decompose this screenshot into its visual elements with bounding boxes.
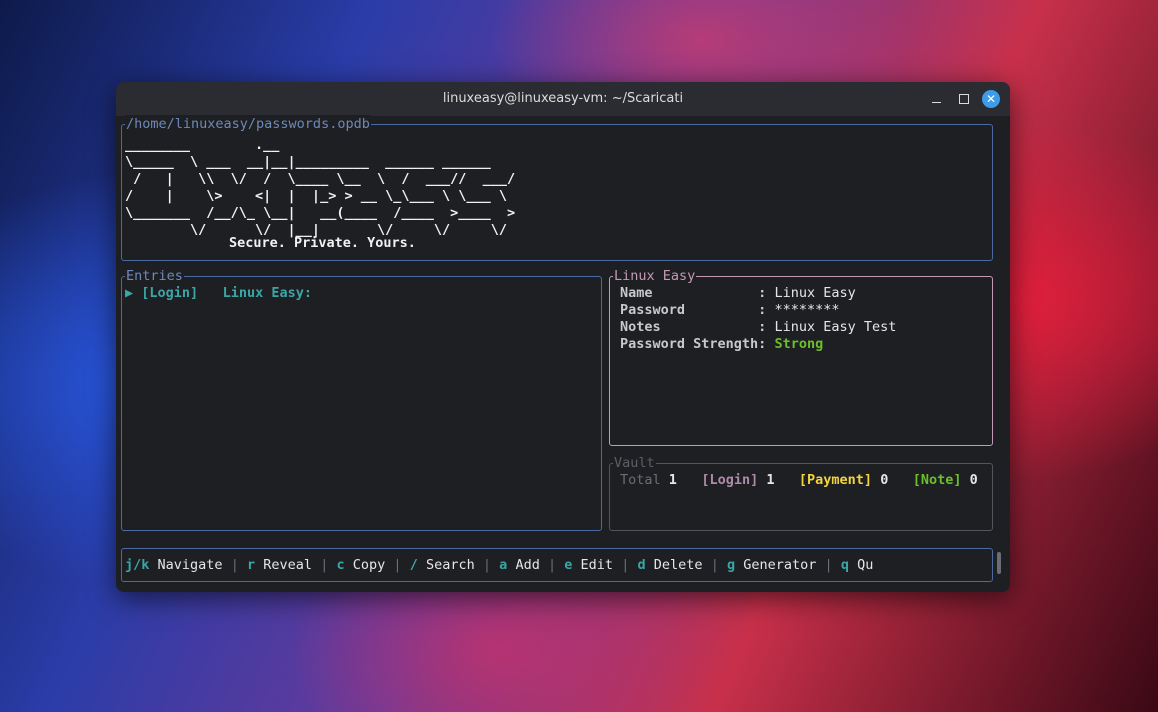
keybindings-bar: j/k Navigate | r Reveal | c Copy | / Sea…	[121, 548, 993, 582]
key-hint-delete[interactable]: d Delete	[637, 557, 702, 573]
total-count: 1	[668, 472, 677, 488]
login-count: 1	[766, 472, 775, 488]
separator: |	[230, 557, 239, 573]
detail-row-password: Password : ********	[620, 302, 840, 318]
field-value: Linux Easy Test	[774, 319, 897, 335]
separator: |	[393, 557, 402, 573]
note-count: 0	[969, 472, 978, 488]
field-label: Notes	[620, 319, 759, 335]
detail-row-notes: Notes : Linux Easy Test	[620, 319, 897, 335]
key-hint-reveal[interactable]: r Reveal	[247, 557, 312, 573]
entries-panel: Entries ▶ [Login] Linux Easy:	[121, 267, 602, 531]
key-hint-search[interactable]: / Search	[410, 557, 475, 573]
key-hint-quit[interactable]: q Qu	[841, 557, 874, 573]
header-panel: /home/linuxeasy/passwords.opdb ________ …	[121, 115, 993, 261]
field-label: Name	[620, 285, 759, 301]
total-label: Total	[620, 472, 661, 488]
entry-name: Linux Easy:	[222, 285, 312, 301]
entry-type: [Login]	[141, 285, 199, 301]
field-label: Password Strength	[620, 336, 759, 352]
key-hint-generator[interactable]: g Generator	[727, 557, 816, 573]
separator: |	[710, 557, 719, 573]
window-title: linuxeasy@linuxeasy-vm: ~/Scaricati	[442, 91, 684, 106]
field-label: Password	[620, 302, 759, 318]
entries-title: Entries	[125, 267, 184, 285]
field-value: ********	[774, 302, 840, 318]
payment-count: 0	[880, 472, 889, 488]
separator: |	[482, 557, 492, 573]
maximize-icon	[959, 94, 969, 104]
keybindings: j/k Navigate | r Reveal | c Copy | / Sea…	[125, 557, 873, 574]
vault-panel: Vault Total 1 [Login] 1 [Payment] 0 [Not…	[609, 454, 993, 531]
detail-row-strength: Password Strength: Strong	[620, 336, 824, 352]
strength-value: Strong	[774, 336, 824, 352]
key-hint-edit[interactable]: e Edit	[564, 557, 613, 573]
detail-title: Linux Easy	[613, 267, 697, 285]
terminal-window: linuxeasy@linuxeasy-vm: ~/Scaricati ✕ /h…	[116, 82, 1010, 592]
payment-label: [Payment]	[798, 472, 873, 488]
tagline: Secure. Private. Yours.	[229, 235, 416, 251]
file-path: /home/linuxeasy/passwords.opdb	[125, 115, 371, 133]
key-hint-navigate[interactable]: j/k Navigate	[125, 557, 223, 573]
minimize-icon	[931, 101, 941, 103]
close-button[interactable]: ✕	[982, 90, 1000, 108]
list-item[interactable]: ▶ [Login] Linux Easy:	[125, 285, 312, 302]
vault-title: Vault	[613, 454, 656, 472]
separator: |	[320, 557, 329, 573]
title-bar: linuxeasy@linuxeasy-vm: ~/Scaricati ✕	[116, 82, 1010, 116]
close-icon: ✕	[985, 92, 997, 106]
note-label: [Note]	[912, 472, 962, 488]
separator: |	[547, 557, 557, 573]
minimize-button[interactable]	[926, 89, 946, 109]
maximize-button[interactable]	[954, 89, 974, 109]
vault-stats: Total 1 [Login] 1 [Payment] 0 [Note] 0	[620, 472, 978, 489]
detail-row-name: Name : Linux Easy	[620, 285, 856, 301]
selection-arrow-icon: ▶	[125, 285, 134, 301]
key-hint-add[interactable]: a Add	[499, 557, 540, 573]
login-label: [Login]	[701, 472, 759, 488]
key-hint-copy[interactable]: c Copy	[336, 557, 385, 573]
separator: |	[621, 557, 630, 573]
scrollbar[interactable]	[997, 552, 1001, 574]
detail-panel: Linux Easy Name : Linux Easy Password : …	[609, 267, 993, 446]
ascii-logo: ________ .__ \_____ \ ___ __|__|________…	[125, 137, 516, 238]
separator: |	[824, 557, 833, 573]
field-value: Linux Easy	[774, 285, 856, 301]
